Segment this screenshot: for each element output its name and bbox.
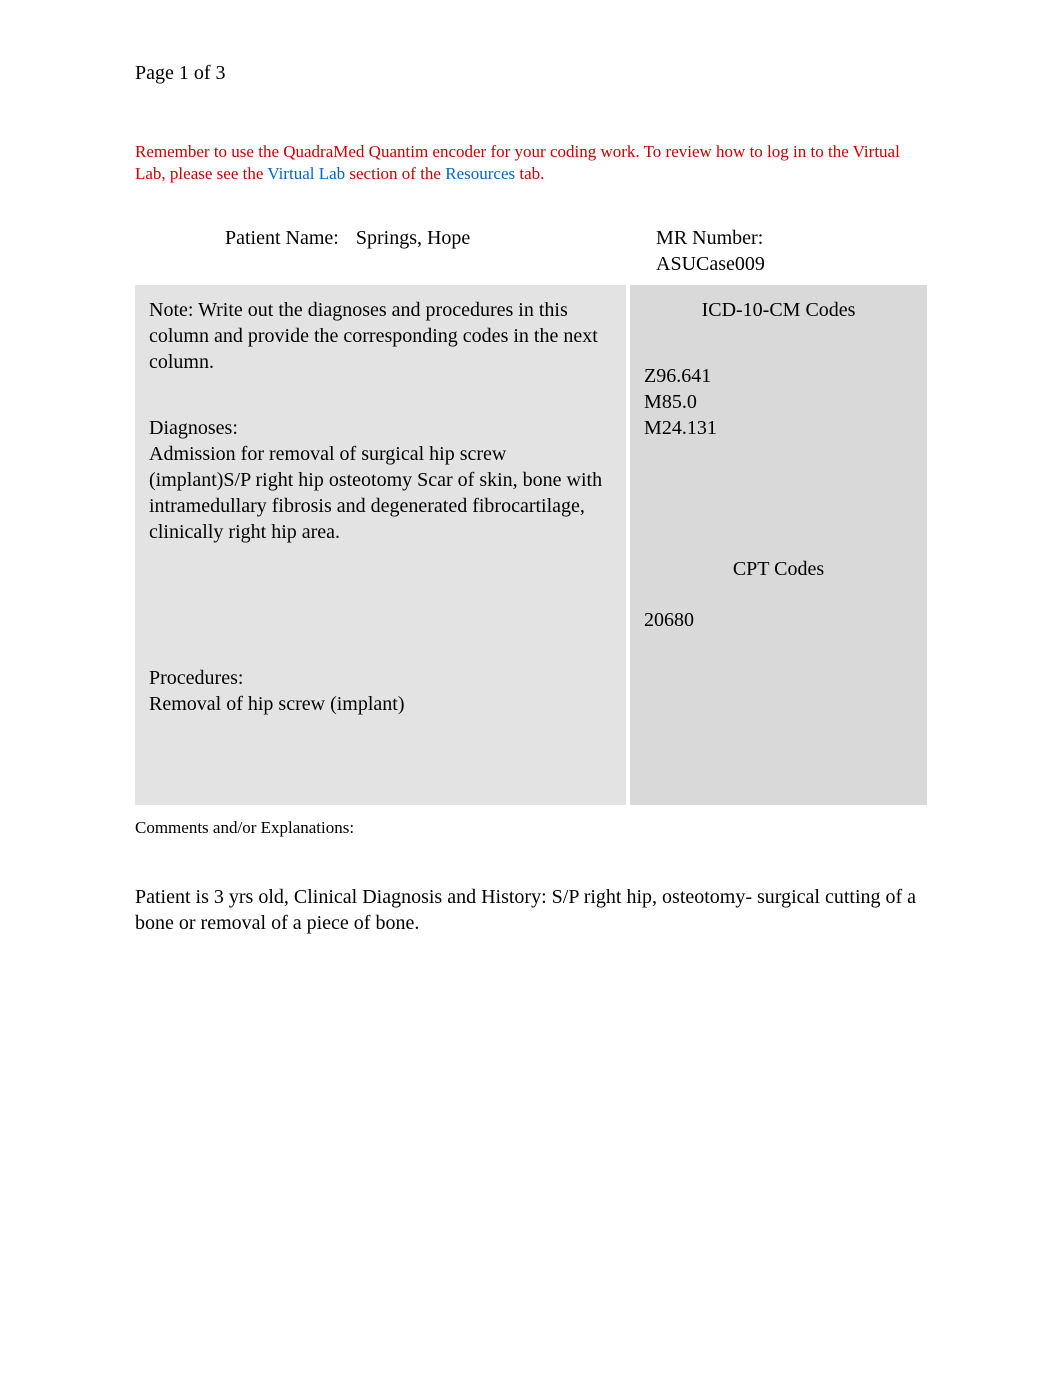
instruction-text: Remember to use the QuadraMed Quantim en… (135, 141, 927, 185)
icd-codes-block: Z96.641 M85.0 M24.131 (644, 363, 913, 441)
main-table: Note: Write out the diagnoses and proced… (135, 285, 927, 805)
icd-code: Z96.641 (644, 363, 913, 389)
comments-label: Comments and/or Explanations: (135, 817, 927, 839)
icd-heading: ICD-10-CM Codes (644, 297, 913, 323)
cpt-heading: CPT Codes (644, 556, 913, 582)
icd-code: M85.0 (644, 389, 913, 415)
resources-link[interactable]: Resources (445, 164, 515, 183)
mr-number-value: ASUCase009 (656, 251, 927, 277)
instruction-part3: tab. (515, 164, 544, 183)
patient-name-label: Patient Name: (225, 227, 339, 249)
codes-column: ICD-10-CM Codes Z96.641 M85.0 M24.131 CP… (626, 285, 927, 805)
procedures-heading: Procedures: (149, 665, 612, 691)
comments-body: Patient is 3 yrs old, Clinical Diagnosis… (135, 884, 927, 936)
diagnoses-text: Admission for removal of surgical hip sc… (149, 441, 612, 545)
virtual-lab-link[interactable]: Virtual Lab (267, 164, 345, 183)
page-indicator: Page 1 of 3 (135, 60, 927, 86)
cpt-code: 20680 (644, 607, 913, 633)
procedures-text: Removal of hip screw (implant) (149, 691, 612, 717)
mr-number-label: MR Number: (656, 225, 927, 251)
header-row: Patient Name: Springs, Hope MR Number: A… (135, 225, 927, 277)
diagnoses-heading: Diagnoses: (149, 415, 612, 441)
instruction-part2: section of the (345, 164, 445, 183)
patient-name-block: Patient Name: Springs, Hope (135, 225, 626, 277)
icd-code: M24.131 (644, 415, 913, 441)
mr-number-block: MR Number: ASUCase009 (626, 225, 927, 277)
note-text: Note: Write out the diagnoses and proced… (149, 297, 612, 375)
description-column: Note: Write out the diagnoses and proced… (135, 285, 626, 805)
patient-name-value: Springs, Hope (356, 227, 470, 249)
